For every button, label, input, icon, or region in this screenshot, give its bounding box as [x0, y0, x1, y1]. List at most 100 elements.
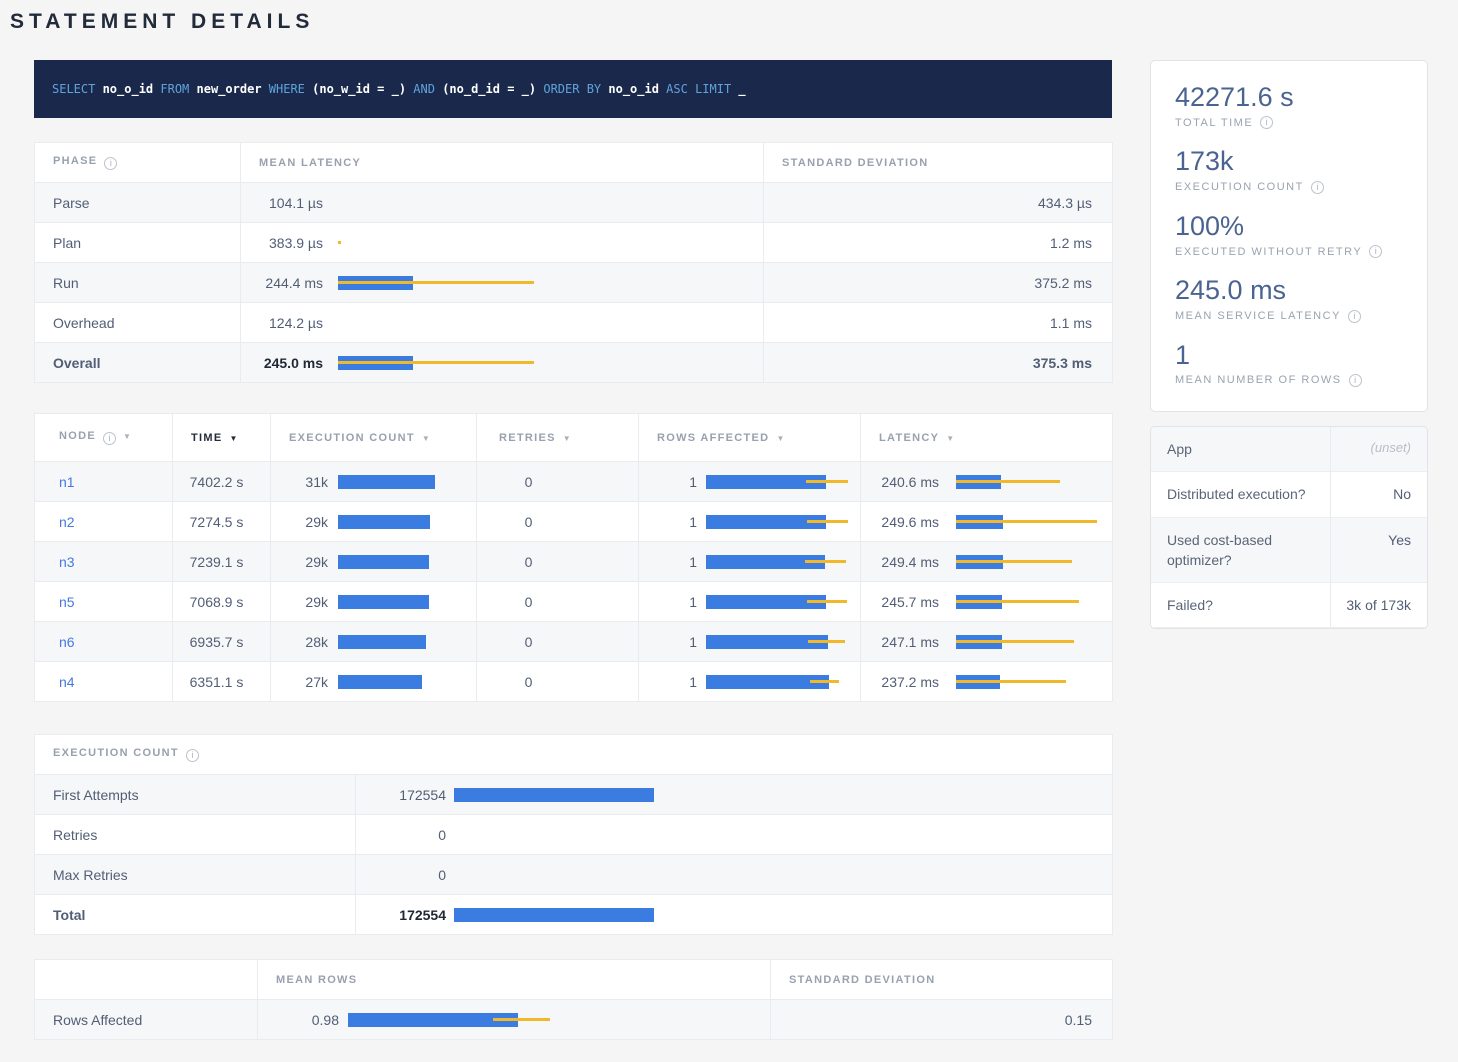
node-id-cell: n2: [35, 502, 173, 542]
summary-stat: 100% EXECUTED WITHOUT RETRY i: [1175, 210, 1405, 258]
node-exec-count-cell: 28k: [271, 622, 477, 662]
exec-count-value: 27k: [289, 674, 328, 690]
summary-stat: 1 MEAN NUMBER OF ROWSi: [1175, 339, 1405, 387]
stat-value: 100%: [1175, 210, 1405, 242]
node-table: NODEi▼ TIME▼ EXECUTION COUNT▼ RETRIES▼ R…: [34, 413, 1113, 702]
rows-affected-bar-chart: [706, 622, 860, 661]
exec-count-bar: [338, 635, 426, 649]
detail-row: Used cost-based optimizer? Yes: [1151, 518, 1427, 584]
stat-value: 245.0 ms: [1175, 274, 1405, 306]
stddev-line: [956, 640, 1074, 643]
phase-row: Overall 245.0 ms 375.3 ms: [35, 343, 1113, 383]
sql-token: ORDER BY: [543, 82, 608, 96]
latency-value: 249.4 ms: [879, 554, 939, 570]
sql-token: SELECT: [52, 82, 103, 96]
info-icon[interactable]: i: [1260, 116, 1273, 129]
stat-label-text: TOTAL TIME: [1175, 117, 1253, 129]
rows-affected-value: 1: [657, 514, 697, 530]
stat-label: MEAN SERVICE LATENCYi: [1175, 310, 1405, 323]
execution-count-value: 172554: [356, 787, 446, 803]
node-time-cell: 7239.1 s: [173, 542, 271, 582]
stddev-line: [807, 600, 847, 603]
phase-name: Parse: [35, 183, 241, 223]
detail-value: Yes: [1331, 518, 1427, 583]
rows-affected-value: 1: [657, 674, 697, 690]
node-rows-affected-cell: 1: [639, 622, 861, 662]
node-row: n5 7068.9 s 29k 0 1: [35, 582, 1113, 622]
node-latency-cell: 247.1 ms: [861, 622, 1113, 662]
node-exec-count-cell: 29k: [271, 582, 477, 622]
node-latency-cell: 249.4 ms: [861, 542, 1113, 582]
node-link[interactable]: n3: [59, 554, 75, 570]
node-latency-cell: 249.6 ms: [861, 502, 1113, 542]
mean-latency-value: 244.4 ms: [259, 275, 323, 291]
execution-count-value: 0: [356, 867, 446, 883]
rows-affected-column-header[interactable]: ROWS AFFECTED▼: [639, 414, 861, 462]
info-icon[interactable]: i: [1369, 245, 1382, 258]
latency-bar-chart: [338, 303, 763, 342]
node-rows-affected-cell: 1: [639, 542, 861, 582]
execution-count-header-row: EXECUTION COUNT i: [35, 735, 1113, 775]
detail-label: App: [1151, 427, 1331, 471]
retries-column-header[interactable]: RETRIES▼: [477, 414, 639, 462]
exec-count-bar: [338, 475, 435, 489]
sort-arrow-icon: ▼: [229, 434, 237, 443]
rows-affected-value: 1: [657, 554, 697, 570]
stat-value: 42271.6 s: [1175, 81, 1405, 113]
std-dev-header: STANDARD DEVIATION: [764, 143, 1113, 183]
info-icon[interactable]: i: [103, 432, 116, 445]
node-table-header-row: NODEi▼ TIME▼ EXECUTION COUNT▼ RETRIES▼ R…: [35, 414, 1113, 462]
info-icon[interactable]: i: [1348, 310, 1361, 323]
execution-count-header-label: EXECUTION COUNT: [53, 747, 179, 759]
execution-count-bar: [454, 788, 654, 802]
exec-count-bar-chart: [338, 662, 476, 701]
execution-count-bar-chart: [454, 895, 1112, 934]
execution-count-row-value-cell: 0: [356, 815, 1113, 855]
node-row: n2 7274.5 s 29k 0 1: [35, 502, 1113, 542]
node-retries-cell: 0: [477, 582, 639, 622]
execution-count-bar-chart: [454, 775, 1112, 814]
execution-count-row-value-cell: 172554: [356, 775, 1113, 815]
phase-std-dev: 375.3 ms: [764, 343, 1113, 383]
stddev-line: [956, 600, 1079, 603]
exec-count-bar-chart: [338, 462, 476, 501]
node-link[interactable]: n4: [59, 674, 75, 690]
stat-label-text: EXECUTION COUNT: [1175, 181, 1304, 193]
node-link[interactable]: n6: [59, 634, 75, 650]
execution-count-row: Max Retries 0: [35, 855, 1113, 895]
latency-bar-chart: [956, 662, 1112, 701]
node-rows-affected-cell: 1: [639, 462, 861, 502]
node-latency-cell: 240.6 ms: [861, 462, 1113, 502]
node-row: n6 6935.7 s 28k 0 1: [35, 622, 1113, 662]
detail-row: Failed? 3k of 173k: [1151, 583, 1427, 628]
node-link[interactable]: n5: [59, 594, 75, 610]
latency-header-label: LATENCY: [879, 432, 939, 444]
rows-affected-bar-chart: [706, 462, 860, 501]
info-icon[interactable]: i: [1311, 181, 1324, 194]
execution-count-row-label: Total: [35, 895, 356, 935]
exec-count-column-header[interactable]: EXECUTION COUNT▼: [271, 414, 477, 462]
rows-affected-bar-chart: [706, 502, 860, 541]
latency-column-header[interactable]: LATENCY▼: [861, 414, 1113, 462]
exec-count-bar-chart: [338, 502, 476, 541]
time-column-header[interactable]: TIME▼: [173, 414, 271, 462]
info-icon[interactable]: i: [186, 749, 199, 762]
summary-sidebar: 42271.6 s TOTAL TIMEi 173k EXECUTION COU…: [1150, 60, 1428, 629]
node-link[interactable]: n2: [59, 514, 75, 530]
stddev-line: [338, 281, 534, 284]
latency-bar-chart: [956, 462, 1112, 501]
rows-affected-bar-chart: [706, 662, 860, 701]
info-icon[interactable]: i: [104, 157, 117, 170]
exec-count-bar-chart: [338, 542, 476, 581]
mean-rows-cell: 0.98: [258, 1000, 771, 1040]
stat-label-text: MEAN NUMBER OF ROWS: [1175, 374, 1342, 386]
latency-value: 240.6 ms: [879, 474, 939, 490]
summary-stats-card: 42271.6 s TOTAL TIMEi 173k EXECUTION COU…: [1150, 60, 1428, 412]
stddev-line: [493, 1018, 550, 1021]
info-icon[interactable]: i: [1349, 374, 1362, 387]
node-link[interactable]: n1: [59, 474, 75, 490]
stat-label-text: EXECUTED WITHOUT RETRY: [1175, 246, 1362, 258]
node-column-header[interactable]: NODEi▼: [35, 414, 173, 462]
exec-count-bar-chart: [338, 622, 476, 661]
node-retries-cell: 0: [477, 662, 639, 702]
